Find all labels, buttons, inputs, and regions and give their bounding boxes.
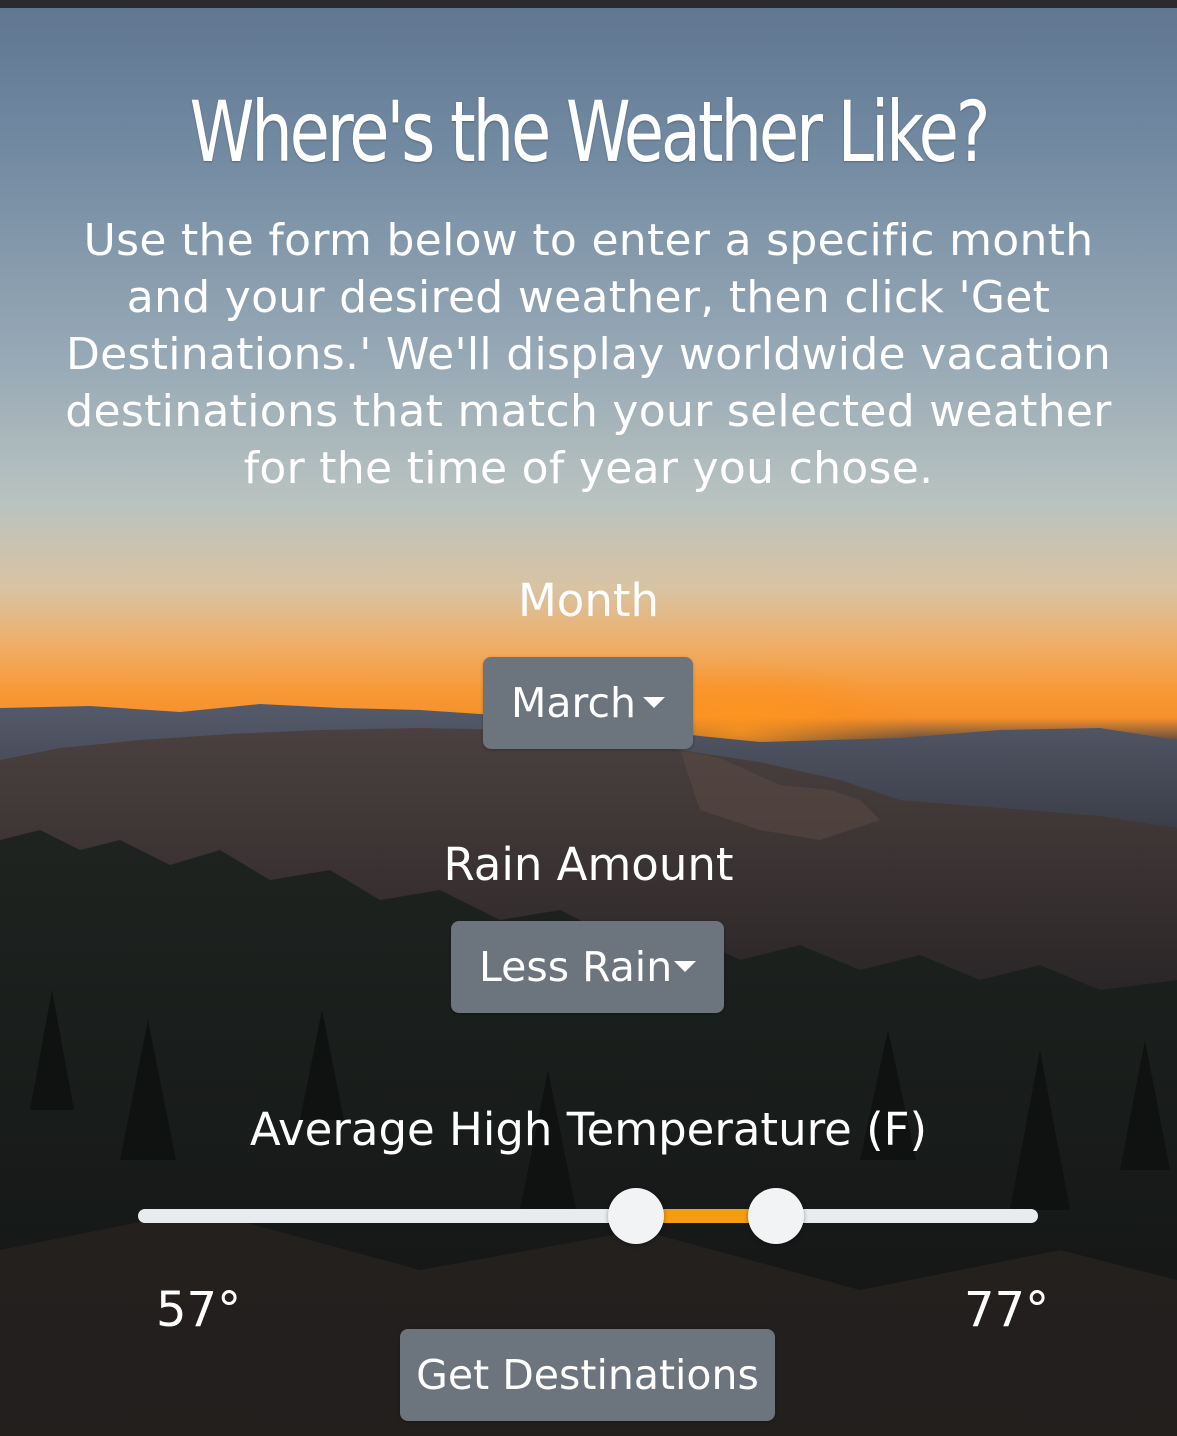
month-dropdown[interactable]: March [483,657,693,749]
get-destinations-button[interactable]: Get Destinations [400,1329,775,1421]
rain-amount-dropdown-value: Less Rain [479,943,673,991]
slider-min-handle[interactable] [607,1188,664,1244]
caret-down-icon [674,961,696,972]
window-top-bar [0,0,1177,8]
rain-amount-dropdown[interactable]: Less Rain [451,921,724,1013]
caret-down-icon [643,697,665,708]
page-title: Where's the Weather Like? [189,83,991,181]
temperature-range-slider[interactable] [138,1188,1038,1244]
rain-amount-label: Rain Amount [443,838,734,891]
page-background: Where's the Weather Like? Use the form b… [0,0,1177,1436]
month-dropdown-value: March [511,679,636,727]
temperature-label: Average High Temperature (F) [249,1103,928,1156]
intro-text: Use the form below to enter a specific m… [65,215,1112,494]
slider-track [138,1209,1038,1223]
temperature-max-value: 77° [964,1282,1050,1338]
temperature-min-value: 57° [156,1282,242,1338]
month-label: Month [517,574,660,627]
slider-max-handle[interactable] [748,1188,805,1244]
